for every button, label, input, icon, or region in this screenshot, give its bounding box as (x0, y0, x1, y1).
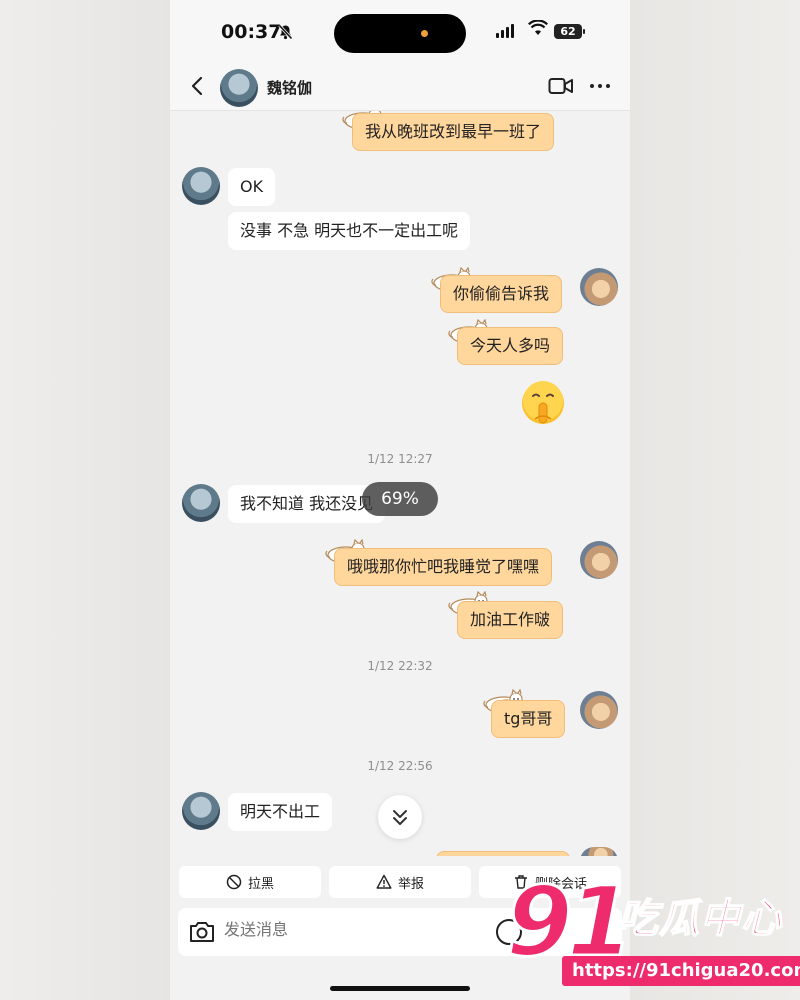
message-bubble-outgoing[interactable]: 你偷偷告诉我 (440, 275, 563, 313)
loading-progress-badge: 69% (362, 482, 438, 516)
timestamp: 1/12 22:32 (367, 659, 433, 673)
report-label: 举报 (397, 876, 424, 892)
user-avatar[interactable] (580, 691, 618, 729)
message-bubble-incoming[interactable]: 明天不出工 (228, 793, 333, 831)
message-bubble-outgoing[interactable]: 我从晚班改到最早一班了 (352, 113, 555, 151)
dynamic-island (334, 14, 466, 53)
message-bubble-outgoing-partial (436, 851, 570, 856)
user-avatar[interactable] (580, 268, 618, 306)
block-button[interactable]: 拉黑 (179, 866, 321, 898)
home-indicator (330, 986, 470, 991)
message-bubble-incoming[interactable]: OK (228, 168, 276, 206)
message-bubble-outgoing[interactable]: 哦哦那你忙吧我睡觉了嘿嘿 (334, 548, 553, 586)
message-bubble-incoming[interactable]: 我不知道 我还没见 (228, 485, 386, 523)
battery-indicator: 62 (554, 24, 585, 39)
contact-avatar[interactable] (182, 792, 220, 830)
chat-header: 魏铭伽 (170, 64, 630, 111)
wifi-icon (528, 19, 548, 40)
timestamp: 1/12 22:56 (367, 759, 433, 773)
background-left (0, 0, 170, 1000)
block-icon (226, 874, 242, 890)
block-label: 拉黑 (247, 876, 274, 892)
contact-avatar[interactable] (182, 484, 220, 522)
double-chevron-down-icon (393, 810, 407, 825)
more-options-icon[interactable] (590, 84, 610, 88)
video-call-icon[interactable] (548, 76, 574, 100)
contact-avatar[interactable] (220, 69, 258, 107)
message-bubble-outgoing[interactable]: 加油工作啵 (457, 601, 564, 639)
report-button[interactable]: 举报 (329, 866, 471, 898)
watermark-url: https://91chigua20.com (562, 956, 800, 986)
timestamp: 1/12 12:27 (367, 452, 433, 466)
message-bubble-outgoing[interactable]: 今天人多吗 (457, 327, 564, 365)
back-arrow-icon[interactable] (186, 74, 210, 98)
watermark: 91 吃瓜中心 https://91chigua20.com (500, 865, 800, 1000)
user-avatar-partial (580, 847, 618, 856)
shushing-face-emoji-icon[interactable] (519, 379, 567, 427)
phone-screen: 00:37 62 魏铭伽 我从晚班改到最早一班了 OK 没事 不急 明天也不一定… (170, 0, 630, 1000)
message-input[interactable] (224, 920, 474, 939)
status-time: 00:37 (221, 21, 282, 43)
camera-icon[interactable] (188, 919, 216, 945)
watermark-brand: 吃瓜中心 (617, 895, 782, 943)
background-right (630, 0, 800, 1000)
status-bar: 00:37 62 (170, 0, 630, 64)
message-bubble-incoming[interactable]: 没事 不急 明天也不一定出工呢 (228, 212, 471, 250)
user-avatar[interactable] (580, 541, 618, 579)
message-bubble-outgoing[interactable]: tg哥哥 (491, 700, 566, 738)
contact-avatar[interactable] (182, 167, 220, 205)
contact-name[interactable]: 魏铭伽 (267, 77, 312, 98)
message-list[interactable]: 我从晚班改到最早一班了 OK 没事 不急 明天也不一定出工呢 你偷偷告诉我 今天… (170, 111, 630, 856)
mute-bell-icon (278, 24, 293, 44)
scroll-to-bottom-button[interactable] (378, 795, 422, 839)
cellular-signal-icon (496, 24, 514, 38)
warning-triangle-icon (376, 874, 392, 889)
